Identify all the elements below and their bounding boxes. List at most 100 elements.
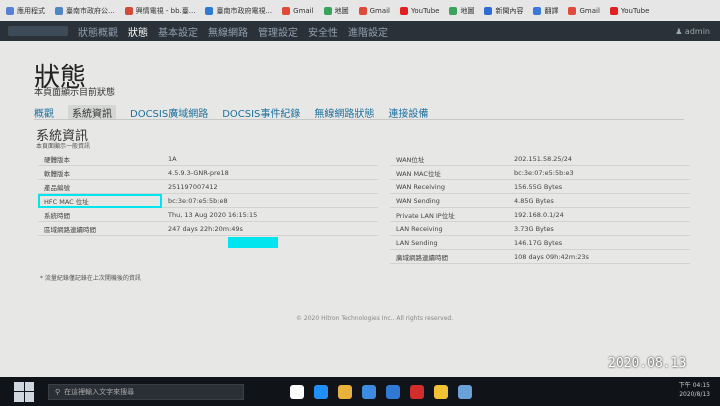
user-menu[interactable]: ♟ admin — [675, 27, 710, 36]
table-row: LAN Sending 146.17G Bytes — [390, 235, 690, 250]
row-label: 廣域網路連續時間 — [390, 249, 508, 264]
acrobat-icon[interactable] — [410, 384, 424, 399]
row-label: 系統時間 — [38, 207, 162, 222]
nav-wireless[interactable]: 無線網路 — [208, 24, 248, 39]
bookmark-favicon-icon — [484, 6, 493, 15]
row-value: 108 days 09h:42m:23s — [508, 249, 690, 264]
search-placeholder: 在這裡輸入文字來搜尋 — [64, 387, 135, 396]
tab-docsis-wan[interactable]: DOCSIS廣域網路 — [130, 105, 208, 120]
copyright: © 2020 Hitron Technologies Inc.. All rig… — [296, 315, 454, 322]
bookmark-item[interactable]: 臺南市政府公... — [55, 6, 115, 16]
username: admin — [684, 26, 710, 36]
nav-basic-settings[interactable]: 基本設定 — [158, 24, 198, 39]
bookmark-item[interactable]: 應用程式 — [6, 6, 45, 16]
row-value: 1A — [162, 152, 378, 166]
bookmark-favicon-icon — [282, 6, 291, 15]
row-value: 251197007412 — [162, 179, 378, 194]
nav-admin[interactable]: 管理設定 — [258, 24, 298, 39]
tab-overview[interactable]: 概觀 — [34, 105, 54, 120]
bookmark-favicon-icon — [6, 6, 14, 15]
task-view-icon[interactable] — [290, 384, 304, 399]
row-value: 3.73G Bytes — [508, 221, 690, 236]
bookmark-item[interactable]: 地圖 — [323, 6, 349, 16]
bookmark-label: YouTube — [620, 6, 650, 15]
bookmarks-bar: 應用程式 臺南市政府公... 興情電視 - bb.臺... 臺南市政府電視... Gma… — [0, 0, 720, 21]
nav-advanced[interactable]: 進階設定 — [348, 24, 388, 39]
row-value: 247 days 22h:20m:49s — [162, 221, 378, 236]
bookmark-item[interactable]: Gmail — [568, 6, 600, 15]
tab-system-info[interactable]: 系統資訊 — [68, 105, 116, 120]
tab-wireless-status[interactable]: 無線網路狀態 — [314, 105, 374, 120]
row-label: HFC MAC 位址 — [38, 193, 162, 208]
system-info-table: 硬體版本 1A 軟體版本 4.5.9.3-GNR-pre18 產品編號 2511970… — [38, 152, 378, 236]
bookmark-label: 地圖 — [334, 6, 349, 15]
nav-status-overview[interactable]: 狀態概觀 — [78, 24, 118, 39]
bookmark-item[interactable]: Gmail — [358, 6, 391, 15]
bookmark-item[interactable]: YouTube — [400, 6, 440, 15]
bookmark-item[interactable]: Gmail — [282, 6, 314, 15]
router-top-nav: 狀態概觀 狀態 基本設定 無線網路 管理設定 安全性 進階設定 ♟ admin — [0, 21, 720, 41]
taskbar-search[interactable]: ⚲ 在這裡輸入文字來搜尋 — [48, 383, 244, 400]
wan-info-table: WAN位址 202.151.58.25/24 WAN MAC位址 bc:3e:07:… — [390, 152, 690, 264]
table-row-highlighted: HFC MAC 位址 bc:3e:07:e5:5b:e8 — [38, 193, 378, 208]
taskbar-apps — [290, 384, 472, 399]
row-value: 202.151.58.25/24 — [508, 152, 690, 166]
row-label: 硬體版本 — [38, 152, 162, 166]
bookmark-item[interactable]: YouTube — [609, 6, 650, 15]
bookmark-label: Gmail — [369, 6, 391, 15]
search-icon: ⚲ — [55, 387, 61, 396]
section-subtitle: 本頁面顯示一般資訊 — [36, 143, 91, 150]
row-label: WAN位址 — [390, 152, 508, 166]
status-page: 狀態 本頁面顯示目前狀態 概觀 系統資訊 DOCSIS廣域網路 DOCSIS事件… — [0, 41, 720, 377]
nav-security[interactable]: 安全性 — [308, 24, 338, 39]
row-label: WAN Sending — [390, 193, 508, 208]
row-label: 軟體版本 — [38, 165, 162, 180]
nav-status[interactable]: 狀態 — [128, 24, 148, 39]
bookmark-favicon-icon — [358, 6, 367, 15]
mail-icon[interactable] — [386, 384, 400, 399]
bookmark-favicon-icon — [568, 6, 577, 15]
bookmark-favicon-icon — [609, 6, 618, 15]
row-value: bc:3e:07:e5:5b:e3 — [508, 165, 690, 180]
row-value: bc:3e:07:e5:5b:e8 — [162, 193, 378, 208]
bookmark-item[interactable]: 翻譯 — [533, 6, 558, 16]
bookmark-favicon-icon — [400, 6, 409, 15]
table-row: 硬體版本 1A — [38, 152, 378, 166]
bookmark-item[interactable]: 興情電視 - bb.臺... — [124, 6, 195, 16]
row-label: LAN Sending — [390, 235, 508, 250]
bookmark-item[interactable]: 臺南市政府電視... — [205, 6, 272, 16]
tab-docsis-events[interactable]: DOCSIS事件紀錄 — [222, 105, 300, 120]
bookmark-item[interactable]: 地圖 — [449, 6, 474, 16]
table-row: 區域網路連續時間 247 days 22h:20m:49s — [38, 221, 378, 236]
file-explorer-icon[interactable] — [338, 384, 352, 399]
clock-time: 下午 04:15 — [678, 382, 710, 389]
bookmark-favicon-icon — [323, 6, 332, 15]
table-row: WAN位址 202.151.58.25/24 — [390, 152, 690, 166]
edge-icon[interactable] — [314, 384, 328, 399]
row-value: 4.5.9.3-GNR-pre18 — [162, 165, 378, 180]
table-row: WAN Receiving 156.55G Bytes — [390, 179, 690, 194]
chrome-icon[interactable] — [434, 384, 448, 399]
bookmark-label: Gmail — [293, 6, 314, 15]
table-row: 軟體版本 4.5.9.3-GNR-pre18 — [38, 165, 378, 180]
windows-start-icon[interactable] — [14, 381, 34, 402]
bookmark-item[interactable]: 新聞內容 — [484, 6, 523, 16]
bookmark-label: Gmail — [579, 6, 600, 15]
table-row: Private LAN IP位址 192.168.0.1/24 — [390, 207, 690, 222]
system-tray-clock[interactable]: 下午 04:15 2020/8/13 — [679, 381, 710, 399]
bookmark-favicon-icon — [124, 6, 133, 15]
bookmark-label: YouTube — [411, 6, 440, 15]
tab-connected-devices[interactable]: 連接設備 — [388, 105, 428, 120]
store-icon[interactable] — [362, 384, 376, 399]
row-value: 146.17G Bytes — [508, 235, 690, 250]
monitor-icon[interactable] — [458, 384, 472, 399]
row-value: 4.85G Bytes — [508, 193, 690, 208]
hitron-logo — [8, 26, 68, 36]
clock-date: 2020/8/13 — [679, 391, 710, 398]
bookmark-label: 翻譯 — [544, 6, 559, 15]
table-row: 產品編號 251197007412 — [38, 179, 378, 194]
row-label: 區域網路連續時間 — [38, 221, 162, 236]
row-label: WAN MAC位址 — [390, 165, 508, 180]
bookmark-favicon-icon — [449, 6, 458, 15]
status-tabs: 概觀 系統資訊 DOCSIS廣域網路 DOCSIS事件紀錄 無線網路狀態 連接設… — [34, 105, 428, 120]
